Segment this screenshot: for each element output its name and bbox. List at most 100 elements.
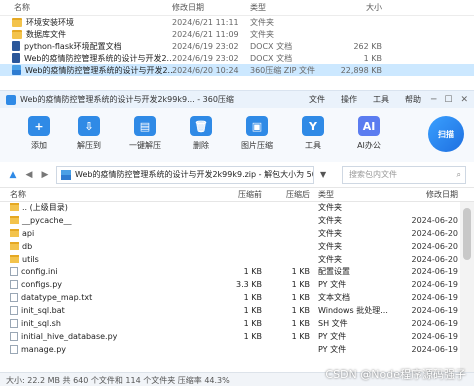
- table-row[interactable]: init_sql.sh 1 KB 1 KB SH 文件 2024-06-19: [0, 317, 458, 330]
- address-text: Web的疫情防控管理系统的设计与开发2k99k9.zip - 解包大小为 50.…: [75, 170, 314, 179]
- col-type[interactable]: 类型: [314, 189, 392, 200]
- address-field[interactable]: Web的疫情防控管理系统的设计与开发2k99k9.zip - 解包大小为 50.…: [56, 165, 314, 184]
- entry-name: datatype_map.txt: [21, 293, 93, 303]
- file-date: 2024/6/20 10:24: [172, 65, 239, 75]
- entry-packed: 1 KB: [291, 280, 310, 290]
- file-type: 文件夹: [250, 29, 274, 39]
- table-row[interactable]: db 文件夹 2024-06-20: [0, 240, 458, 253]
- scan-button[interactable]: 扫描: [428, 116, 464, 152]
- file-explorer: 名称 修改日期 类型 大小 环境安装环境 2024/6/21 11:11 文件夹 数据…: [0, 0, 474, 88]
- ai-office-icon: AI: [358, 116, 380, 136]
- entry-packed: 1 KB: [291, 318, 310, 328]
- entry-name: __pycache__: [22, 215, 72, 225]
- entry-size: 3.3 KB: [236, 280, 262, 290]
- toolbar-button-extract[interactable]: ⇩ 解压到: [64, 116, 114, 151]
- row-name-cell: __pycache__: [0, 216, 218, 225]
- table-row[interactable]: initial_hive_database.py 1 KB 1 KB PY 文件 202…: [0, 330, 458, 343]
- file-date: 2024/6/21 11:11: [172, 17, 239, 27]
- file-name: 环境安装环境: [26, 17, 74, 27]
- file-icon: [10, 280, 18, 290]
- file-name: python-flask环境配置文档: [24, 41, 122, 51]
- entry-name: initial_hive_database.py: [21, 331, 118, 341]
- file-list: .. (上级目录) 文件夹 __pycache__ 文件夹 2024-06-20 api 文…: [0, 201, 458, 377]
- entry-modified: 2024-06-19: [411, 267, 459, 277]
- entry-name: api: [22, 228, 35, 238]
- menu-tools[interactable]: 工具: [373, 94, 389, 105]
- vertical-scrollbar[interactable]: [460, 202, 474, 378]
- minimize-icon[interactable]: ─: [431, 95, 436, 105]
- table-row[interactable]: .. (上级目录) 文件夹: [0, 201, 458, 214]
- explorer-row-name: Web的疫情防控管理系统的设计与开发2...: [0, 53, 172, 64]
- toolbar-button-add[interactable]: + 添加: [14, 116, 64, 151]
- search-input[interactable]: 搜索包内文件 ⌕: [342, 165, 466, 184]
- row-name-cell: utils: [0, 255, 218, 264]
- entry-size: 1 KB: [243, 293, 262, 303]
- row-name-cell: initial_hive_database.py: [0, 331, 218, 341]
- explorer-list: 环境安装环境 2024/6/21 11:11 文件夹 数据库文件 2024/6/21 1…: [0, 16, 474, 76]
- app-logo-icon: [6, 94, 16, 105]
- table-row[interactable]: utils 文件夹 2024-06-20: [0, 253, 458, 266]
- explorer-row[interactable]: 数据库文件 2024/6/21 11:09 文件夹: [0, 28, 474, 40]
- title-bar[interactable]: Web的疫情防控管理系统的设计与开发2k99k9... - 360压缩 文件 操…: [0, 91, 474, 108]
- table-row[interactable]: __pycache__ 文件夹 2024-06-20: [0, 214, 458, 227]
- forward-arrow-icon[interactable]: ▶: [40, 170, 50, 180]
- table-row[interactable]: configs.py 3.3 KB 1 KB PY 文件 2024-06-19: [0, 278, 458, 291]
- explorer-header: 名称 修改日期 类型 大小: [0, 0, 474, 16]
- entry-modified: 2024-06-19: [411, 331, 459, 341]
- toolbar-button-tools[interactable]: Y 工具: [288, 116, 338, 151]
- col-name-header[interactable]: 名称: [0, 2, 172, 13]
- close-icon[interactable]: ✕: [460, 95, 468, 105]
- explorer-row[interactable]: python-flask环境配置文档 2024/6/19 23:02 DOCX 文档…: [0, 40, 474, 52]
- toolbar-button-delete[interactable]: 🗑 删除: [176, 116, 226, 151]
- menu-operate[interactable]: 操作: [341, 94, 357, 105]
- docx-file-icon: [12, 41, 20, 51]
- table-row[interactable]: init_sql.bat 1 KB 1 KB Windows 批处理... 2024-0…: [0, 304, 458, 317]
- entry-modified: 2024-06-19: [411, 318, 459, 328]
- up-arrow-icon[interactable]: ▲: [8, 170, 18, 180]
- explorer-row[interactable]: 环境安装环境 2024/6/21 11:11 文件夹: [0, 16, 474, 28]
- toolbar-button-one-click-extract[interactable]: ▤ 一键解压: [114, 116, 176, 151]
- col-size[interactable]: 压缩前: [218, 189, 266, 200]
- entry-type: 文件夹: [318, 241, 342, 251]
- entry-type: Windows 批处理...: [318, 306, 388, 316]
- watermark: CSDN @Node程序源码强子: [325, 368, 466, 381]
- col-size-header[interactable]: 大小: [330, 2, 390, 13]
- chevron-down-icon[interactable]: ▼: [320, 170, 326, 179]
- menu-help[interactable]: 帮助: [405, 94, 421, 105]
- table-row[interactable]: config.ini 1 KB 1 KB 配置设置 2024-06-19: [0, 265, 458, 278]
- folder-icon: [12, 29, 22, 39]
- folder-icon: [10, 255, 19, 263]
- explorer-row[interactable]: Web的疫情防控管理系统的设计与开发2... 2024/6/20 10:24 360…: [0, 64, 474, 76]
- table-row[interactable]: manage.py PY 文件 2024-06-19: [0, 343, 458, 356]
- col-packed[interactable]: 压缩后: [266, 189, 314, 200]
- col-type-header[interactable]: 类型: [250, 2, 330, 13]
- table-row[interactable]: datatype_map.txt 1 KB 1 KB 文本文档 2024-06-19: [0, 291, 458, 304]
- tools-icon: Y: [302, 116, 324, 136]
- back-arrow-icon[interactable]: ◀: [24, 170, 34, 180]
- entry-packed: 1 KB: [291, 331, 310, 341]
- search-icon[interactable]: ⌕: [457, 170, 461, 180]
- entry-modified: 2024-06-19: [411, 280, 459, 290]
- entry-type: 文件夹: [318, 215, 342, 225]
- toolbar-label: 工具: [305, 141, 321, 150]
- entry-name: config.ini: [21, 267, 58, 277]
- file-name: Web的疫情防控管理系统的设计与开发2...: [25, 65, 172, 75]
- menu-file[interactable]: 文件: [309, 94, 325, 105]
- entry-modified: 2024-06-19: [411, 344, 459, 354]
- entry-packed: 1 KB: [291, 306, 310, 316]
- toolbar-label: 图片压缩: [241, 141, 273, 150]
- toolbar: + 添加 ⇩ 解压到 ▤ 一键解压 🗑 删除 ▣ 图片压缩 Y 工具 AI AI办公 扫描: [0, 108, 474, 162]
- file-size: 262 KB: [353, 41, 382, 51]
- row-name-cell: init_sql.bat: [0, 306, 218, 316]
- table-row[interactable]: api 文件夹 2024-06-20: [0, 227, 458, 240]
- col-name[interactable]: 名称: [0, 189, 218, 200]
- scrollbar-thumb[interactable]: [463, 208, 471, 260]
- file-date: 2024/6/19 23:02: [172, 53, 239, 63]
- file-icon: [10, 331, 18, 341]
- col-date-header[interactable]: 修改日期: [172, 2, 250, 13]
- toolbar-button-image-compress[interactable]: ▣ 图片压缩: [226, 116, 288, 151]
- col-modified[interactable]: 修改日期: [392, 189, 458, 200]
- explorer-row[interactable]: Web的疫情防控管理系统的设计与开发2... 2024/6/19 23:02 DOC…: [0, 52, 474, 64]
- toolbar-button-ai-office[interactable]: AI AI办公: [338, 116, 400, 151]
- maximize-icon[interactable]: ☐: [444, 95, 452, 105]
